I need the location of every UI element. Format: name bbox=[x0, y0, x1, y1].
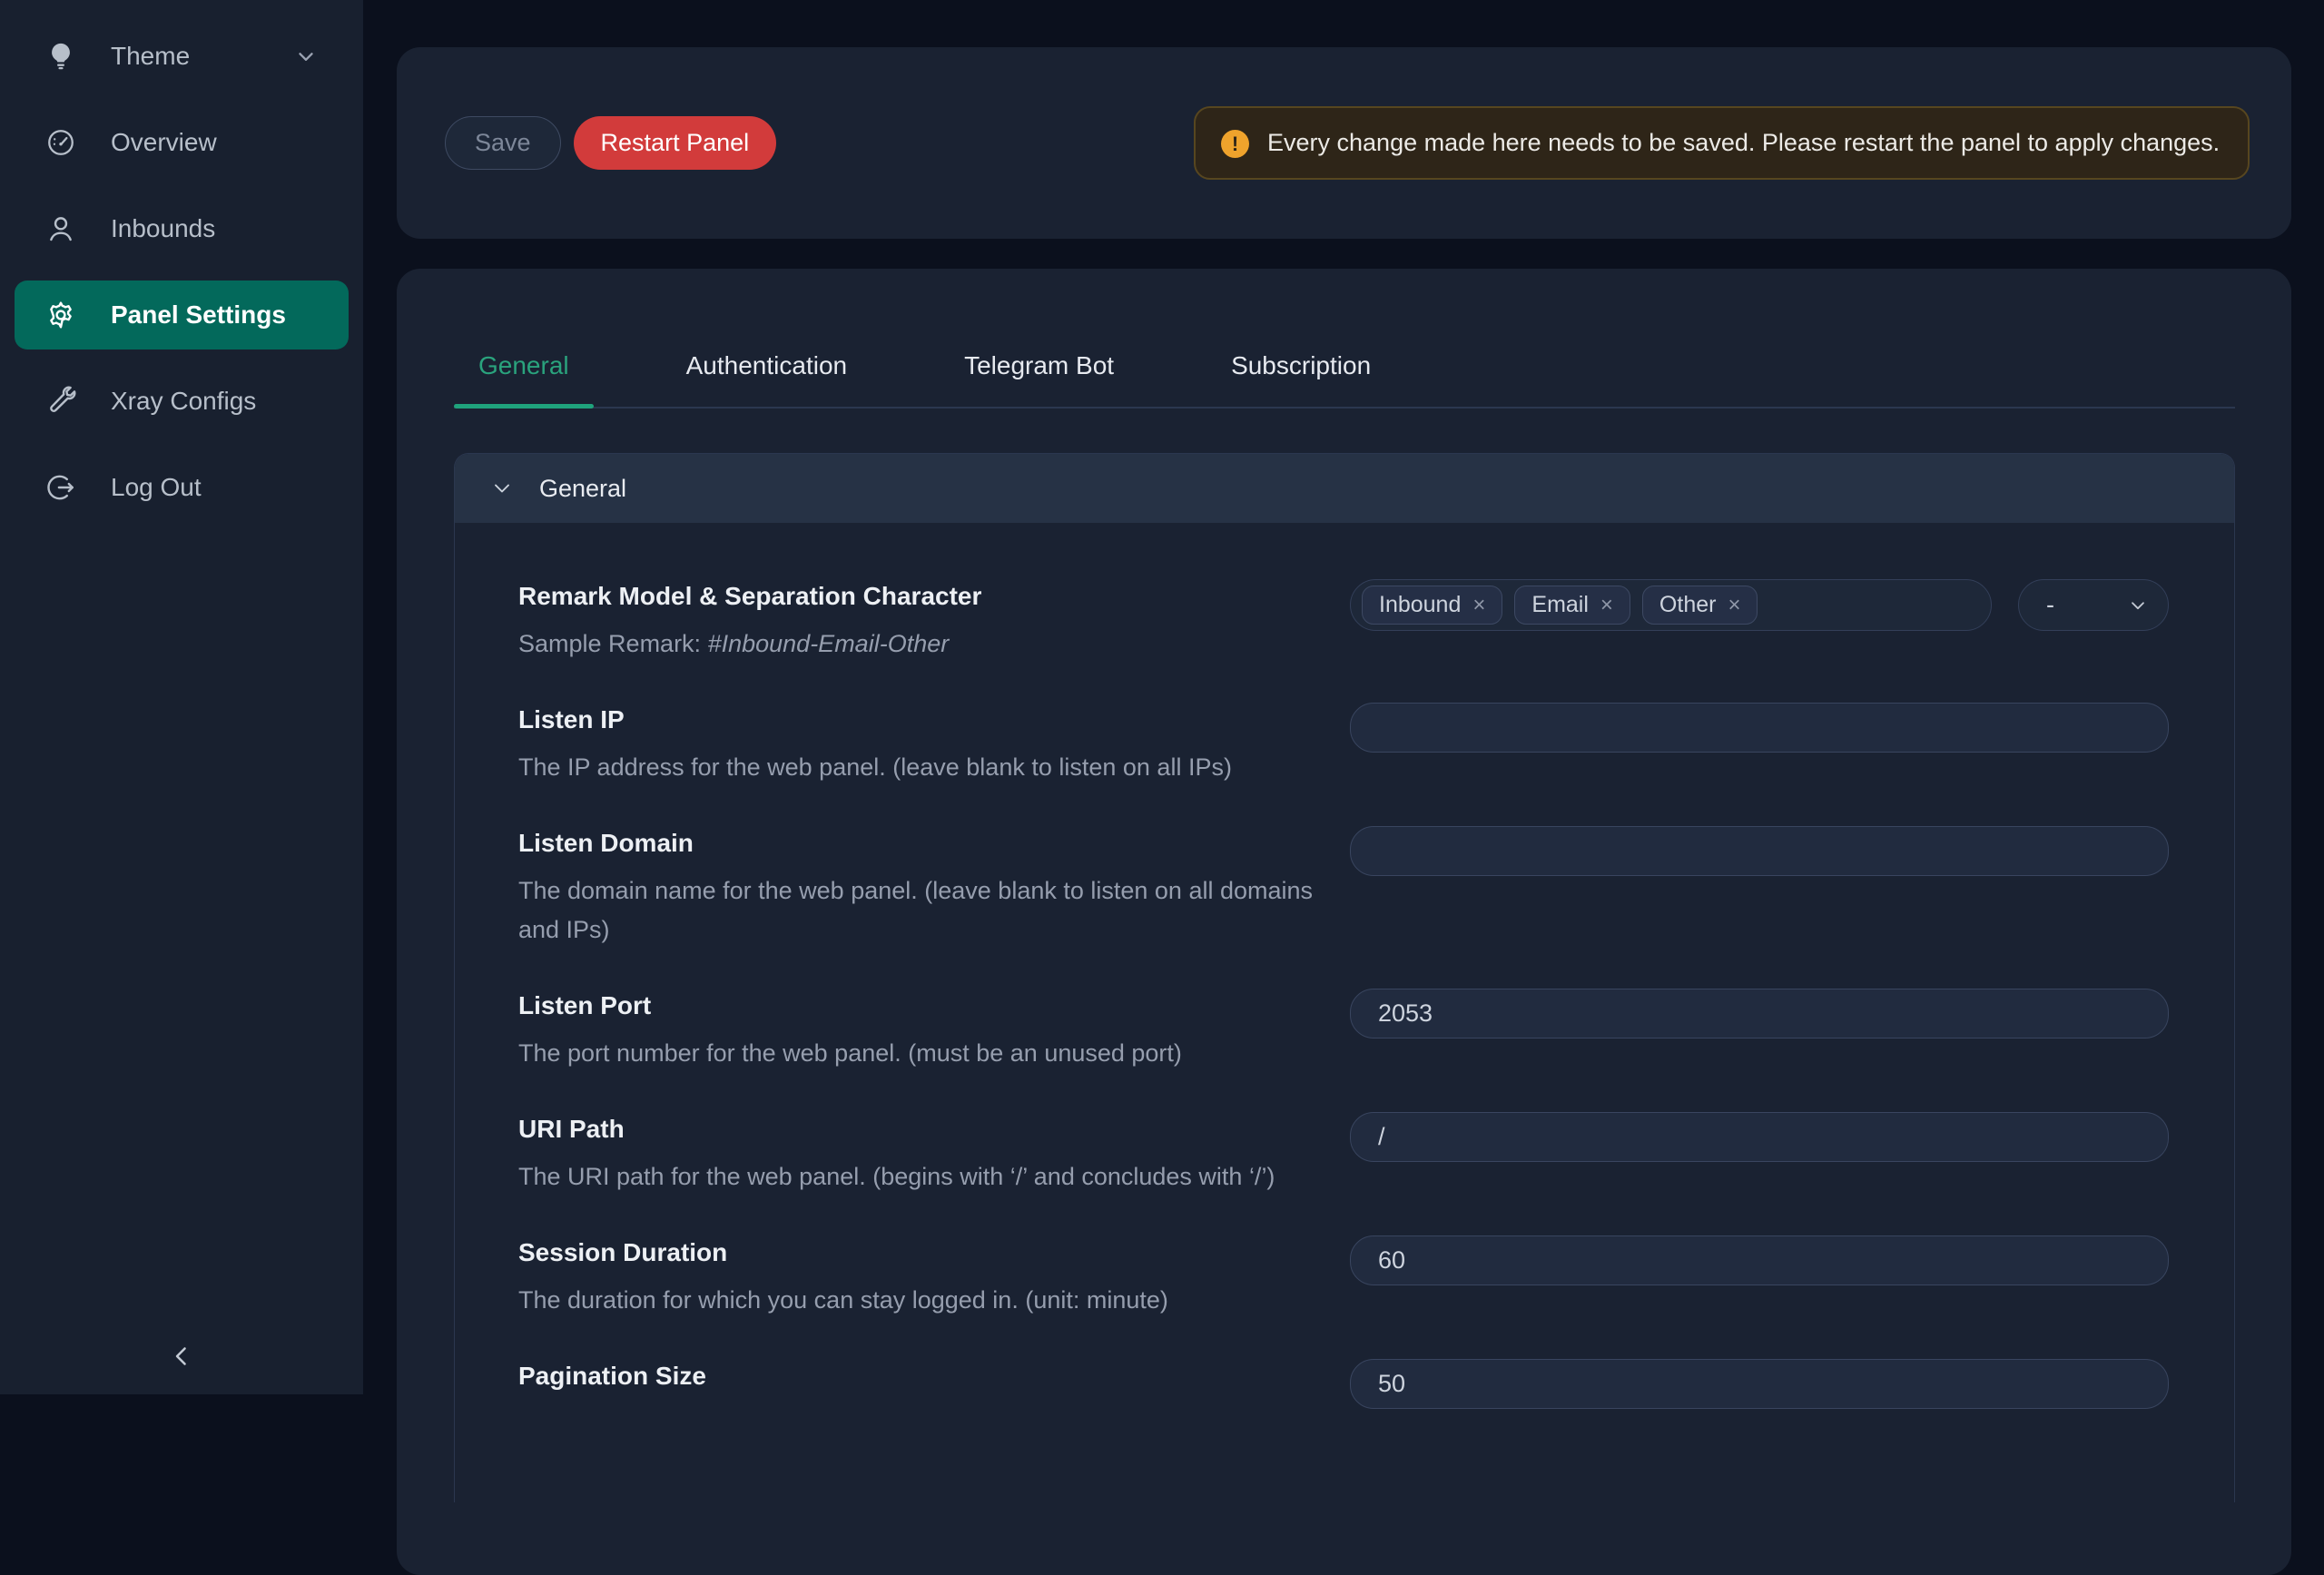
field-label: URI Path bbox=[518, 1112, 1317, 1147]
user-icon bbox=[45, 213, 76, 244]
action-buttons: Save Restart Panel bbox=[445, 116, 776, 170]
pagination-size-input[interactable] bbox=[1350, 1359, 2169, 1409]
sidebar-item-label: Panel Settings bbox=[111, 300, 286, 330]
sidebar-item-log-out[interactable]: Log Out bbox=[15, 453, 349, 522]
listen-port-input[interactable] bbox=[1350, 989, 2169, 1039]
sidebar-item-label: Overview bbox=[111, 128, 217, 157]
sidebar-item-inbounds[interactable]: Inbounds bbox=[15, 194, 349, 263]
section-title: General bbox=[539, 475, 626, 503]
tab-telegram-bot[interactable]: Telegram Bot bbox=[940, 350, 1138, 407]
form-row-session-duration: Session Duration The duration for which … bbox=[518, 1235, 2169, 1320]
field-description: Sample Remark: #Inbound-Email-Other bbox=[518, 625, 1317, 664]
gear-icon bbox=[45, 300, 76, 330]
field-label: Listen Port bbox=[518, 989, 1317, 1023]
chevron-left-icon bbox=[166, 1341, 197, 1374]
logout-icon bbox=[45, 472, 76, 503]
warning-alert-text: Every change made here needs to be saved… bbox=[1267, 123, 2220, 162]
field-label: Listen Domain bbox=[518, 826, 1317, 861]
sidebar-item-label: Inbounds bbox=[111, 214, 215, 243]
tag-remove-icon[interactable]: × bbox=[1728, 595, 1740, 616]
content-area: Save Restart Panel ! Every change made h… bbox=[363, 0, 2324, 1394]
wrench-icon bbox=[45, 386, 76, 417]
sidebar-item-label: Theme bbox=[111, 42, 190, 71]
chevron-down-icon bbox=[2128, 596, 2148, 615]
sidebar-item-label: Xray Configs bbox=[111, 387, 256, 416]
sidebar-item-label: Log Out bbox=[111, 473, 202, 502]
form-row-uri-path: URI Path The URI path for the web panel.… bbox=[518, 1112, 2169, 1196]
sidebar-collapse-button[interactable] bbox=[0, 1341, 363, 1374]
tag-label: Other bbox=[1659, 592, 1717, 618]
sidebar-item-theme[interactable]: Theme bbox=[15, 22, 349, 91]
uri-path-input[interactable] bbox=[1350, 1112, 2169, 1162]
tab-general[interactable]: General bbox=[454, 350, 594, 407]
form-row-listen-ip: Listen IP The IP address for the web pan… bbox=[518, 703, 2169, 787]
settings-card: General Authentication Telegram Bot Subs… bbox=[397, 269, 2291, 1575]
form-row-listen-domain: Listen Domain The domain name for the we… bbox=[518, 826, 2169, 950]
remark-model-multiselect[interactable]: Inbound × Email × Other × bbox=[1350, 579, 1992, 631]
field-label: Listen IP bbox=[518, 703, 1317, 737]
restart-panel-button[interactable]: Restart Panel bbox=[574, 116, 777, 170]
field-label: Remark Model & Separation Character bbox=[518, 579, 1317, 614]
session-duration-input[interactable] bbox=[1350, 1235, 2169, 1285]
tab-authentication[interactable]: Authentication bbox=[662, 350, 872, 407]
sample-remark-value: #Inbound-Email-Other bbox=[708, 630, 950, 657]
sidebar-item-overview[interactable]: Overview bbox=[15, 108, 349, 177]
warning-alert: ! Every change made here needs to be sav… bbox=[1194, 106, 2250, 180]
tag-label: Inbound bbox=[1379, 592, 1461, 618]
settings-tabs: General Authentication Telegram Bot Subs… bbox=[454, 350, 2235, 409]
chevron-down-icon bbox=[491, 477, 513, 499]
tag-other: Other × bbox=[1642, 586, 1758, 625]
field-label: Session Duration bbox=[518, 1235, 1317, 1270]
sidebar-menu: Theme Overview Inbounds bbox=[0, 0, 363, 522]
form-row-listen-port: Listen Port The port number for the web … bbox=[518, 989, 2169, 1073]
form-row-remark-model: Remark Model & Separation Character Samp… bbox=[518, 579, 2169, 664]
field-description: The URI path for the web panel. (begins … bbox=[518, 1157, 1317, 1196]
field-description: The IP address for the web panel. (leave… bbox=[518, 748, 1317, 787]
general-section: General Remark Model & Separation Charac… bbox=[454, 453, 2235, 1502]
field-description: The port number for the web panel. (must… bbox=[518, 1034, 1317, 1073]
tab-subscription[interactable]: Subscription bbox=[1206, 350, 1395, 407]
listen-domain-input[interactable] bbox=[1350, 826, 2169, 876]
chevron-down-icon bbox=[294, 44, 318, 68]
general-section-body: Remark Model & Separation Character Samp… bbox=[455, 523, 2234, 1502]
tag-remove-icon[interactable]: × bbox=[1472, 595, 1485, 616]
separator-character-select[interactable]: - bbox=[2018, 579, 2169, 631]
actions-card: Save Restart Panel ! Every change made h… bbox=[397, 47, 2291, 239]
save-button[interactable]: Save bbox=[445, 116, 561, 170]
tag-remove-icon[interactable]: × bbox=[1600, 595, 1613, 616]
general-section-header[interactable]: General bbox=[455, 454, 2234, 523]
separator-select-value: - bbox=[2046, 591, 2054, 619]
form-row-pagination-size: Pagination Size bbox=[518, 1359, 2169, 1409]
tag-inbound: Inbound × bbox=[1362, 586, 1502, 625]
field-description: The domain name for the web panel. (leav… bbox=[518, 871, 1317, 950]
dashboard-gauge-icon bbox=[45, 127, 76, 158]
sidebar-item-xray-configs[interactable]: Xray Configs bbox=[15, 367, 349, 436]
field-description: The duration for which you can stay logg… bbox=[518, 1281, 1317, 1320]
warning-icon: ! bbox=[1221, 130, 1249, 158]
tag-label: Email bbox=[1531, 592, 1589, 618]
field-label: Pagination Size bbox=[518, 1359, 1317, 1393]
panel-settings-page: Theme Overview Inbounds bbox=[0, 0, 2324, 1394]
sidebar: Theme Overview Inbounds bbox=[0, 0, 363, 1394]
sidebar-item-panel-settings[interactable]: Panel Settings bbox=[15, 281, 349, 349]
tag-email: Email × bbox=[1514, 586, 1630, 625]
listen-ip-input[interactable] bbox=[1350, 703, 2169, 753]
lightbulb-icon bbox=[45, 41, 76, 72]
